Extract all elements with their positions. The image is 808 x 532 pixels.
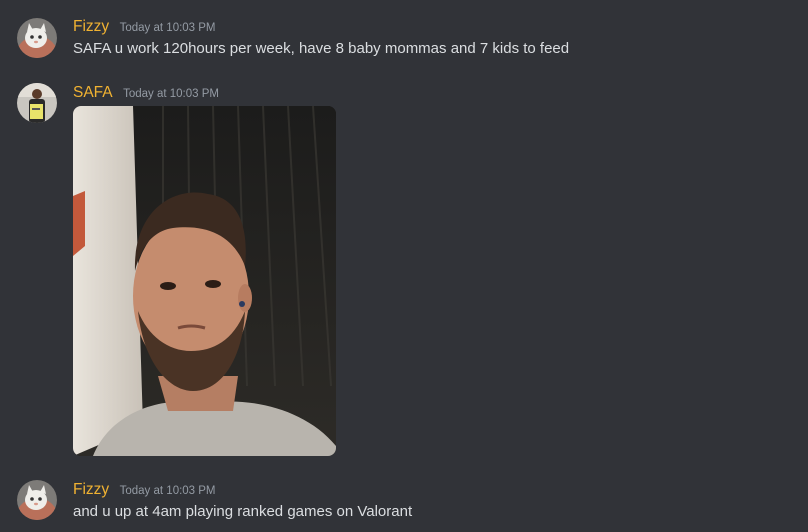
cat-avatar-icon[interactable]	[17, 480, 57, 520]
author-name[interactable]: Fizzy	[73, 481, 109, 498]
message-3: Fizzy Today at 10:03 PM and u up at 4am …	[0, 0, 808, 532]
timestamp: Today at 10:03 PM	[119, 485, 216, 497]
message-header: Fizzy Today at 10:03 PM	[73, 481, 216, 499]
message-text: and u up at 4am playing ranked games on …	[73, 503, 413, 520]
